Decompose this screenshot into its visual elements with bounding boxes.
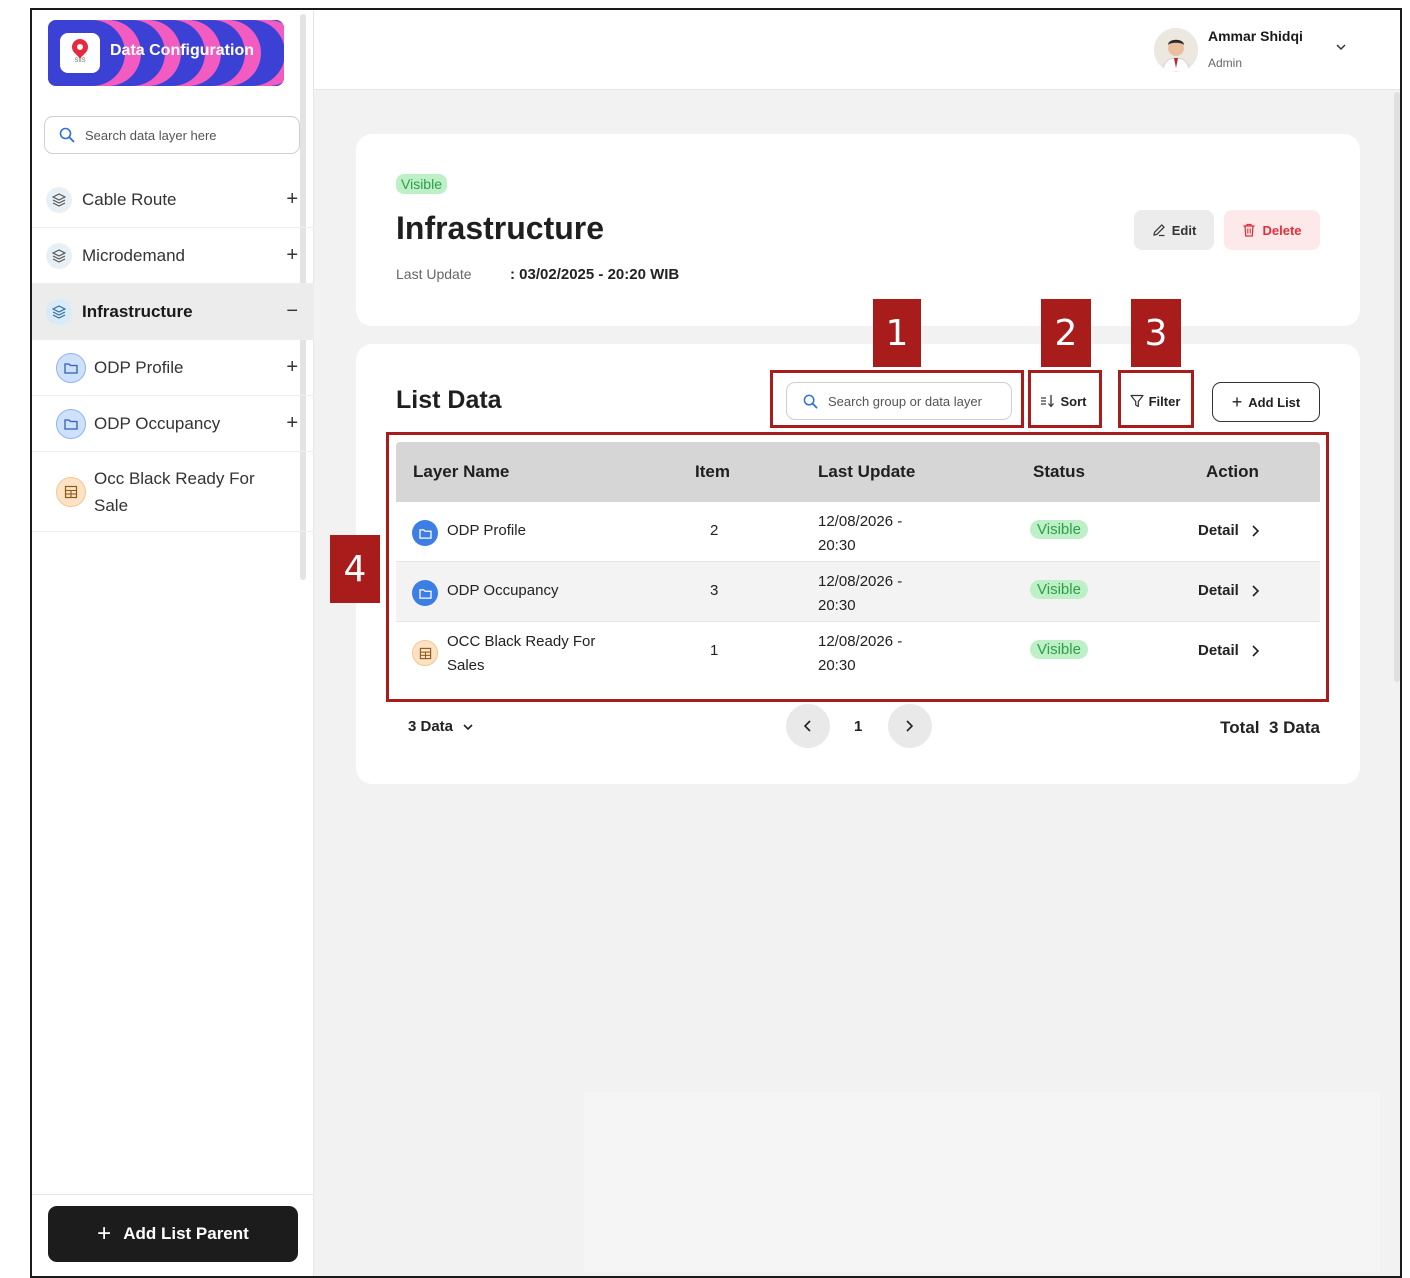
sidebar: SIIS Data Configuration Cable Route + Mi…	[32, 10, 314, 1276]
sidebar-item-label: Occ Black Ready For Sale	[94, 469, 255, 515]
sidebar-item-label: Cable Route	[82, 189, 177, 209]
sidebar-item-infrastructure[interactable]: Infrastructure −	[32, 284, 314, 340]
expand-icon[interactable]: +	[286, 188, 298, 211]
add-list-parent-button[interactable]: + Add List Parent	[48, 1206, 298, 1262]
expand-icon[interactable]: +	[286, 412, 298, 435]
annotation-box-sort	[1028, 370, 1102, 428]
group-detail-card: Visible Infrastructure Last Update : 03/…	[356, 134, 1360, 326]
folder-icon	[56, 352, 86, 383]
prev-page-button[interactable]	[786, 704, 830, 748]
delete-label: Delete	[1262, 222, 1302, 238]
sidebar-item-label: ODP Occupancy	[94, 413, 221, 433]
total-label: Total	[1220, 718, 1260, 737]
sidebar-item-cable-route[interactable]: Cable Route +	[32, 172, 314, 228]
annotation-label-3: 3	[1131, 299, 1181, 367]
annotation-label-4: 4	[330, 535, 380, 603]
expand-icon[interactable]: +	[286, 244, 298, 267]
user-name: Ammar Shidqi	[1208, 28, 1303, 44]
annotation-label-1: 1	[873, 299, 921, 367]
sidebar-search[interactable]	[44, 116, 300, 154]
plus-icon: +	[1231, 391, 1243, 412]
brand-title: Data Configuration	[110, 42, 254, 59]
page-title: Infrastructure	[396, 210, 605, 246]
avatar[interactable]	[1154, 28, 1198, 72]
pencil-icon	[1152, 224, 1165, 237]
collapse-icon[interactable]: −	[286, 300, 298, 323]
background-panel	[584, 1092, 1380, 1272]
edit-button[interactable]: Edit	[1134, 210, 1214, 250]
chevron-left-icon	[803, 720, 811, 732]
folder-icon	[56, 408, 86, 439]
sidebar-item-label: Microdemand	[82, 245, 185, 265]
page-size-label: 3 Data	[408, 718, 454, 735]
annotation-label-2: 2	[1041, 299, 1091, 367]
sidebar-item-label: ODP Profile	[94, 357, 184, 377]
location-pin-icon	[68, 35, 92, 58]
add-list-button[interactable]: + Add List	[1212, 382, 1320, 422]
last-update-value: : 03/02/2025 - 20:20 WIB	[510, 266, 680, 283]
table-icon	[56, 476, 86, 507]
annotation-box-table	[386, 432, 1329, 702]
expand-icon[interactable]: +	[286, 356, 298, 379]
current-page[interactable]: 1	[854, 718, 862, 735]
sidebar-item-microdemand[interactable]: Microdemand +	[32, 228, 314, 284]
chevron-right-icon	[906, 720, 914, 732]
layers-icon	[46, 242, 72, 269]
annotation-box-search	[770, 370, 1024, 428]
layers-icon	[46, 186, 72, 213]
chevron-down-icon[interactable]	[1334, 40, 1348, 54]
page-size-select[interactable]: 3 Data	[408, 718, 475, 735]
search-icon	[59, 127, 75, 143]
brand-banner[interactable]: SIIS Data Configuration	[48, 20, 284, 86]
add-list-label: Add List	[1248, 394, 1301, 410]
next-page-button[interactable]	[888, 704, 932, 748]
list-title: List Data	[396, 386, 502, 414]
sidebar-subitem-occ-black[interactable]: Occ Black Ready For Sale	[32, 452, 314, 532]
main-scrollbar[interactable]	[1394, 92, 1400, 682]
top-bar: Ammar Shidqi Admin	[314, 10, 1400, 90]
status-badge: Visible	[396, 174, 447, 194]
sidebar-subitem-odp-occupancy[interactable]: ODP Occupancy +	[32, 396, 314, 452]
sidebar-search-input[interactable]	[85, 127, 275, 143]
brand-logo-text: SIIS	[74, 57, 86, 64]
sidebar-item-label: Infrastructure	[82, 301, 193, 321]
trash-icon	[1243, 223, 1255, 237]
total-count: Total 3 Data	[1220, 718, 1320, 738]
delete-button[interactable]: Delete	[1224, 210, 1320, 250]
chevron-down-icon	[463, 723, 473, 730]
divider	[32, 1194, 314, 1195]
sidebar-subitem-odp-profile[interactable]: ODP Profile +	[32, 340, 314, 396]
user-role: Admin	[1208, 56, 1243, 70]
layers-icon	[46, 298, 72, 325]
brand-logo: SIIS	[60, 33, 100, 73]
add-list-parent-label: Add List Parent	[123, 1224, 249, 1243]
plus-icon: +	[97, 1220, 112, 1247]
annotation-box-filter	[1118, 370, 1194, 428]
edit-label: Edit	[1171, 222, 1197, 238]
last-update-label: Last Update	[396, 266, 472, 282]
total-value: 3 Data	[1268, 718, 1320, 737]
